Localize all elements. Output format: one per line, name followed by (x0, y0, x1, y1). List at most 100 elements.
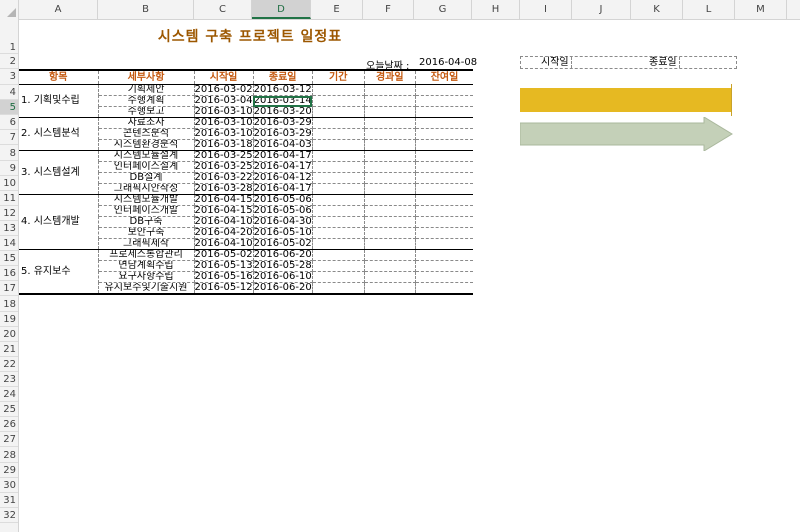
detail-cell[interactable]: 요구사항수립 (98, 271, 195, 283)
period-cell[interactable] (312, 117, 365, 129)
start-date-cell[interactable]: 2016-03-25 (194, 161, 254, 173)
remaining-cell[interactable] (415, 260, 474, 272)
period-cell[interactable] (312, 194, 365, 206)
row-header-15[interactable]: 15 (0, 251, 18, 267)
row-header-7[interactable]: 7 (0, 130, 18, 146)
period-cell[interactable] (312, 238, 365, 250)
start-date-cell[interactable]: 2016-03-10 (194, 117, 254, 129)
start-date-cell[interactable]: 2016-03-18 (194, 139, 254, 151)
detail-cell[interactable]: 자료조사 (98, 117, 195, 129)
end-date-cell[interactable]: 2016-06-20 (253, 249, 313, 261)
start-date-cell[interactable]: 2016-03-28 (194, 183, 254, 195)
row-header-14[interactable]: 14 (0, 236, 18, 252)
column-header-l[interactable]: L (683, 0, 735, 19)
remaining-cell[interactable] (415, 150, 474, 162)
row-header-8[interactable]: 8 (0, 146, 18, 161)
remaining-cell[interactable] (415, 139, 474, 151)
row-header-2[interactable]: 2 (0, 54, 18, 70)
row-header-26[interactable]: 26 (0, 417, 18, 433)
remaining-cell[interactable] (415, 205, 474, 217)
remaining-cell[interactable] (415, 172, 474, 184)
category-cell[interactable]: 3. 시스템설계 (19, 150, 99, 195)
elapsed-cell[interactable] (364, 172, 416, 184)
remaining-cell[interactable] (415, 194, 474, 206)
column-header-d[interactable]: D (252, 0, 311, 19)
end-date-cell[interactable]: 2016-04-03 (253, 139, 313, 151)
remaining-cell[interactable] (415, 106, 474, 118)
row-header-5[interactable]: 5 (0, 100, 18, 116)
remaining-cell[interactable] (415, 117, 474, 129)
detail-cell[interactable]: 프로세스통합관리 (98, 249, 195, 261)
elapsed-cell[interactable] (364, 150, 416, 162)
column-header-i[interactable]: I (520, 0, 572, 19)
row-header-27[interactable]: 27 (0, 432, 18, 448)
end-date-cell[interactable]: 2016-04-17 (253, 150, 313, 162)
start-date-cell[interactable]: 2016-03-04 (194, 95, 254, 107)
end-date-cell[interactable]: 2016-04-17 (253, 183, 313, 195)
detail-cell[interactable]: 수행계획 (98, 95, 195, 107)
row-header-32[interactable]: 32 (0, 508, 18, 523)
start-date-cell[interactable]: 2016-04-15 (194, 205, 254, 217)
end-date-cell[interactable]: 2016-06-20 (253, 282, 313, 295)
elapsed-cell[interactable] (364, 117, 416, 129)
start-date-cell[interactable]: 2016-04-20 (194, 227, 254, 239)
column-header-g[interactable]: G (414, 0, 472, 19)
detail-cell[interactable]: DB설계 (98, 172, 195, 184)
column-header-e[interactable]: E (311, 0, 363, 19)
row-header-21[interactable]: 21 (0, 342, 18, 357)
end-date-cell[interactable]: 2016-03-14 (253, 95, 313, 107)
column-header-k[interactable]: K (631, 0, 683, 19)
end-date-cell[interactable]: 2016-05-06 (253, 205, 313, 217)
end-date-cell[interactable]: 2016-05-02 (253, 238, 313, 250)
period-cell[interactable] (312, 227, 365, 239)
detail-cell[interactable]: DB구축 (98, 216, 195, 228)
detail-cell[interactable]: 기획제안 (98, 84, 195, 96)
end-date-cell[interactable]: 2016-04-30 (253, 216, 313, 228)
detail-cell[interactable]: 시스템환경분석 (98, 139, 195, 151)
detail-cell[interactable]: 그래픽제작 (98, 238, 195, 250)
elapsed-cell[interactable] (364, 249, 416, 261)
row-header-31[interactable]: 31 (0, 493, 18, 508)
elapsed-cell[interactable] (364, 282, 416, 295)
detail-cell[interactable]: 보안구축 (98, 227, 195, 239)
row-header-6[interactable]: 6 (0, 115, 18, 131)
elapsed-cell[interactable] (364, 227, 416, 239)
detail-cell[interactable]: 유지보수및기술지원 (98, 282, 195, 295)
end-date-cell[interactable]: 2016-03-20 (253, 106, 313, 118)
row-header-10[interactable]: 10 (0, 176, 18, 191)
end-date-cell[interactable]: 2016-05-06 (253, 194, 313, 206)
gantt-progress-bar[interactable] (520, 88, 731, 112)
start-date-cell[interactable]: 2016-05-13 (194, 260, 254, 272)
category-cell[interactable]: 2. 시스템분석 (19, 117, 99, 151)
end-date-cell[interactable]: 2016-04-12 (253, 172, 313, 184)
detail-cell[interactable]: 인터페이스설계 (98, 161, 195, 173)
elapsed-cell[interactable] (364, 84, 416, 96)
detail-cell[interactable]: 인터페이스개발 (98, 205, 195, 217)
gantt-arrow-shape[interactable] (520, 117, 734, 151)
remaining-cell[interactable] (415, 238, 474, 250)
category-cell[interactable]: 4. 시스템개발 (19, 194, 99, 250)
end-date-cell[interactable]: 2016-03-29 (253, 117, 313, 129)
row-header-4[interactable]: 4 (0, 85, 18, 101)
period-cell[interactable] (312, 282, 365, 295)
header-detail[interactable]: 세부사항 (98, 69, 195, 85)
row-header-24[interactable]: 24 (0, 387, 18, 403)
column-header-m[interactable]: M (735, 0, 787, 19)
elapsed-cell[interactable] (364, 216, 416, 228)
end-date-cell[interactable]: 2016-05-28 (253, 260, 313, 272)
row-header-22[interactable]: 22 (0, 357, 18, 372)
elapsed-cell[interactable] (364, 194, 416, 206)
detail-cell[interactable]: 수행보고 (98, 106, 195, 118)
elapsed-cell[interactable] (364, 205, 416, 217)
remaining-cell[interactable] (415, 227, 474, 239)
end-date-cell[interactable]: 2016-06-10 (253, 271, 313, 283)
row-header-17[interactable]: 17 (0, 281, 18, 297)
elapsed-cell[interactable] (364, 139, 416, 151)
detail-cell[interactable]: 콘텐츠분석 (98, 128, 195, 140)
header-end[interactable]: 종료일 (253, 69, 313, 85)
start-date-cell[interactable]: 2016-04-10 (194, 238, 254, 250)
remaining-cell[interactable] (415, 282, 474, 295)
detail-cell[interactable]: 시스템모듈설계 (98, 150, 195, 162)
start-date-cell[interactable]: 2016-03-02 (194, 84, 254, 96)
row-header-23[interactable]: 23 (0, 372, 18, 388)
